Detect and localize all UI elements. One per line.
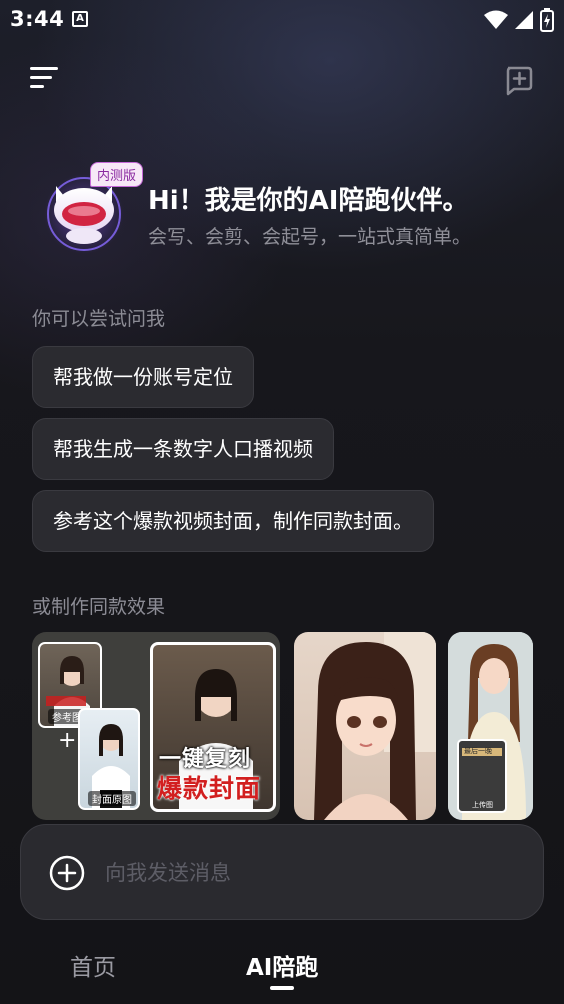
menu-icon bbox=[30, 67, 58, 70]
plus-icon: + bbox=[58, 728, 77, 753]
cover-title-line2: 爆款封面 bbox=[157, 774, 262, 803]
upload-label: 上传图 bbox=[472, 801, 493, 809]
signal-icon bbox=[515, 11, 533, 29]
status-time: 3:44 bbox=[10, 7, 65, 31]
tab-ai-companion[interactable]: AI陪跑 bbox=[246, 948, 318, 982]
template-card-digital-human[interactable]: 最后一晚 上传图 bbox=[448, 632, 533, 820]
add-circle-icon bbox=[49, 855, 85, 891]
attach-button[interactable] bbox=[49, 855, 85, 891]
wifi-icon bbox=[484, 10, 508, 29]
battery-charging-icon bbox=[540, 8, 554, 32]
new-chat-icon bbox=[506, 66, 533, 96]
menu-button[interactable] bbox=[30, 64, 64, 94]
remade-cover-preview: 一键复刻 爆款封面 bbox=[150, 642, 276, 812]
notification-app-icon: A bbox=[72, 11, 88, 27]
original-label: 封面原图 bbox=[88, 791, 136, 806]
templates-label: 或制作同款效果 bbox=[32, 596, 166, 618]
suggestions-label: 你可以尝试问我 bbox=[32, 308, 166, 330]
tab-home[interactable]: 首页 bbox=[70, 948, 116, 982]
new-chat-button[interactable] bbox=[502, 64, 534, 96]
presenter-photo bbox=[448, 632, 533, 820]
ai-companion-screen: 3:44 A 内测版 Hi！我是你的AI陪跑伙伴。 会写、会剪、会起号，一站式真… bbox=[0, 0, 564, 1004]
hero-title: Hi！我是你的AI陪跑伙伴。 bbox=[148, 186, 469, 216]
anime-girl-illustration bbox=[314, 632, 436, 820]
hero-subtitle: 会写、会剪、会起号，一站式真简单。 bbox=[148, 226, 472, 248]
active-tab-indicator bbox=[270, 986, 294, 990]
original-thumbnail: 封面原图 bbox=[78, 708, 140, 810]
beta-badge: 内测版 bbox=[90, 162, 144, 187]
status-icons bbox=[484, 8, 554, 32]
suggestion-chip-account-positioning[interactable]: 帮我做一份账号定位 bbox=[32, 346, 254, 408]
template-card-anime-portrait[interactable] bbox=[294, 632, 436, 820]
message-input[interactable] bbox=[105, 853, 505, 893]
template-card-cover-remake[interactable]: 参考图 + 封面原图 一键复刻 爆款封面 bbox=[32, 632, 280, 820]
suggestion-chip-digital-human-video[interactable]: 帮我生成一条数字人口播视频 bbox=[32, 418, 334, 480]
message-composer bbox=[20, 824, 544, 920]
menu-icon-line bbox=[30, 85, 44, 88]
shop-sign-text: 最后一晚 bbox=[464, 747, 492, 755]
status-bar: 3:44 A bbox=[0, 0, 564, 40]
suggestion-chip-cover-remake[interactable]: 参考这个爆款视频封面，制作同款封面。 bbox=[32, 490, 434, 552]
menu-icon-line bbox=[30, 76, 52, 79]
